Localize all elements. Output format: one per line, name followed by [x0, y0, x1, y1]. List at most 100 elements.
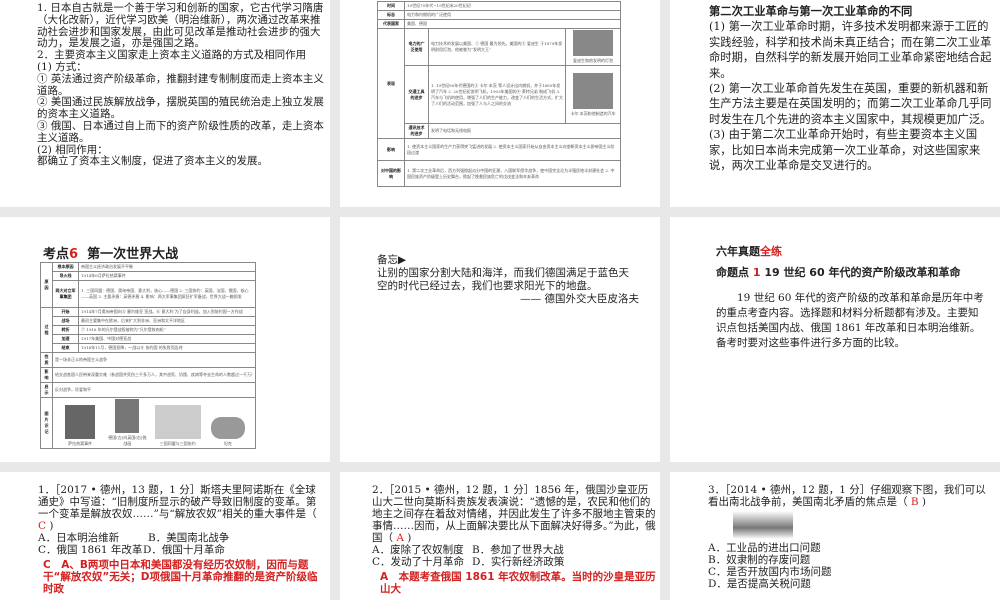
- option-a[interactable]: A．废除了农奴制度: [372, 544, 472, 556]
- option-d[interactable]: D．俄国十月革命: [143, 544, 225, 556]
- cell: 是一场非正义的帝国主义战争: [52, 352, 256, 368]
- intro-paragraph: 19 世纪 60 年代的资产阶级的改革和革命是历年中考的重点考查内容。选择题和材…: [716, 292, 984, 349]
- cell: 发明了电话和无线电报: [428, 123, 621, 139]
- slide-5[interactable]: 备忘▶ 让别的国家分割大陆和海洋，而我们德国满足于蓝色天空的时代已经过去，我们也…: [340, 217, 660, 462]
- row-header: 转折: [52, 325, 79, 335]
- row-header: 表现: [377, 28, 405, 139]
- memo-author: —— 德国外交大臣皮洛夫: [520, 293, 639, 305]
- option-a[interactable]: A．日本明治维新: [38, 532, 148, 544]
- edison-photo: [573, 30, 613, 56]
- caption: 坦克: [223, 441, 232, 446]
- group-header: 启示: [40, 382, 53, 398]
- cell: 电力和内燃机的广泛使用: [404, 10, 621, 20]
- row-header: 战场: [52, 316, 79, 326]
- topic-title: 19 世纪 60 年代的资产阶级改革和革命: [764, 266, 961, 279]
- paragraph: ② 美国通过民族解放战争，摆脱英国的殖民统治走上独立发展的资本主义道路。: [37, 96, 324, 121]
- memo-label: 备忘▶: [377, 254, 407, 266]
- slide-7[interactable]: 1．［2017 • 德州，13 题，1 分］斯塔夫里阿诺斯在《全球通史》中写道：…: [0, 472, 330, 600]
- title-prefix: 考点: [43, 247, 70, 262]
- group-header: 影响: [40, 367, 53, 383]
- answer: C: [38, 520, 47, 532]
- cell: 1. 三国同盟：德国、奥匈帝国、意大利，核心——德国 2. 三国协约：英国、法国…: [78, 280, 256, 308]
- cartoon-image: [115, 399, 140, 433]
- option-c[interactable]: C．俄国 1861 年改革: [38, 544, 143, 556]
- option-c[interactable]: C．是否开放国内市场问题: [708, 566, 994, 578]
- paragraph: 1. 日本自古就是一个善于学习和创新的国家，它古代学习隋唐（大化改新），近代学习…: [37, 2, 324, 50]
- bracket: ): [921, 496, 927, 508]
- sarajevo-photo: [65, 405, 96, 439]
- option-b[interactable]: B．美国南北战争: [148, 532, 229, 544]
- row-header: 代表国家: [377, 19, 405, 29]
- title-number: 6: [69, 247, 79, 262]
- cell: 帝国主义经济政治发展不平衡: [78, 262, 256, 272]
- row-header: 结束: [52, 343, 79, 353]
- caption: 爱迪生和他发明的灯泡: [573, 58, 613, 63]
- slide-3-text: 第二次工业革命与第一次工业革命的不同 (1) 第一次工业革命时期，许多技术发明都…: [709, 4, 994, 173]
- cell: 最初主要集中在欧洲，后来扩大到非洲、亚洲和太平洋地区: [78, 316, 256, 326]
- benz-car-photo: [573, 72, 613, 109]
- option-d[interactable]: D．是否提高关税问题: [708, 578, 994, 590]
- slide-8[interactable]: 2．［2015 • 德州，12 题，1 分］1856 年，俄国沙皇亚历山大二世向…: [340, 472, 660, 600]
- question-text: 3．［2014 • 德州，12 题，1 分］仔细观察下图，我们可以看出南北战争前…: [708, 484, 986, 508]
- row-header: 对中国的影响: [377, 160, 405, 187]
- row-header: 交通工具的进步: [404, 65, 429, 124]
- row-header: 影响: [377, 138, 405, 161]
- option-b[interactable]: B．参加了世界大战: [472, 544, 564, 556]
- cell: 1918年11月，德国投降，一战以⑧ 协约国 的失败而告终: [78, 343, 256, 353]
- cell: 1917年美国、中国对德宣战: [78, 334, 256, 344]
- question-text: 2．［2015 • 德州，12 题，1 分］1856 年，俄国沙皇亚历山大二世向…: [372, 484, 656, 544]
- row-header: 开始: [52, 307, 79, 317]
- paragraph: (1) 第一次工业革命时期，许多技术发明都来源于工匠的实践经验，科学和技术尚未真…: [709, 20, 992, 80]
- north-south-cartoon: [733, 511, 793, 539]
- caption: 卡尔·本茨和他制造的汽车: [570, 110, 616, 116]
- group-header: 性质: [40, 352, 53, 368]
- option-c[interactable]: C．发动了十月革命: [372, 556, 472, 568]
- heading-text: 六年真题: [716, 245, 760, 258]
- title-text: 第一次世界大战: [87, 247, 179, 262]
- option-d[interactable]: D．实行新经济政策: [472, 556, 564, 568]
- row-header: 两大对立军事集团: [52, 280, 79, 308]
- heading-highlight: 全练: [760, 245, 782, 258]
- wwi-table: 原因 根本原因 帝国主义经济政治发展不平衡 导火线 1914年6月萨拉热窝事件 两大对…: [40, 262, 256, 449]
- question-1: 1．［2017 • 德州，13 题，1 分］斯塔夫里阿诺斯在《全球通史》中写道：…: [38, 484, 324, 595]
- slide-title: 考点6 第一次世界大战: [43, 243, 178, 262]
- cell: 反对战争，珍爱和平: [52, 382, 256, 398]
- caption: 三国同盟与三国协约: [159, 441, 196, 446]
- paragraph: 都确立了资本主义制度，促进了资本主义的发展。: [37, 155, 268, 168]
- topic-number: 1: [752, 266, 761, 279]
- topic-prefix: 命题点: [716, 266, 749, 279]
- cell: 美国、德国: [404, 19, 621, 29]
- slide-9[interactable]: 3．［2014 • 德州，12 题，1 分］仔细观察下图，我们可以看出南北战争前…: [670, 472, 1000, 600]
- alliance-map: [154, 405, 201, 439]
- slide-2[interactable]: 时间 19世纪70年代~19世纪末20世纪初 标志 电力和内燃机的广泛使用 代表国家…: [340, 0, 660, 207]
- group-header: 图片识记: [40, 397, 53, 449]
- answer: B: [910, 496, 919, 508]
- group-header: 过程: [40, 307, 53, 353]
- cell: 1914年6月萨拉热窝事件: [78, 271, 256, 281]
- row-header: 根本原因: [52, 262, 79, 272]
- caption: 萨拉热窝事件: [68, 441, 93, 446]
- slide-4[interactable]: 考点6 第一次世界大战 原因 根本原因 帝国主义经济政治发展不平衡 导火线 1914年…: [0, 217, 330, 462]
- cell: 19世纪70年代~19世纪末20世纪初: [404, 1, 621, 11]
- row-header: 标志: [377, 10, 405, 20]
- cell: 给交战各国人民带来深重灾难（参战国共死伤三千多万人，其中战死、饥饿、疾病等夺去生…: [52, 367, 256, 383]
- cell: 1914年7月奥匈帝国向⑤ 塞尔维亚 宣战。⑥ 意大利 为了自身利益，加入到协约…: [78, 307, 256, 317]
- slide-6[interactable]: 六年真题全练 命题点 1 19 世纪 60 年代的资产阶级改革和革命 19 世纪…: [670, 217, 1000, 462]
- option-b[interactable]: B．奴隶制的存废问题: [708, 554, 994, 566]
- bracket: ): [49, 520, 54, 532]
- question-text: 1．［2017 • 德州，13 题，1 分］斯塔夫里阿诺斯在《全球通史》中写道：…: [38, 484, 317, 520]
- question-2: 2．［2015 • 德州，12 题，1 分］1856 年，俄国沙皇亚历山大二世向…: [372, 484, 658, 595]
- bracket: ): [407, 532, 412, 544]
- paragraph: (3) 由于第二次工业革命开始时，有些主要资本主义国家，比如日本尚未完成第一次工…: [709, 128, 981, 173]
- memo-quote: 让别的国家分割大陆和海洋，而我们德国满足于蓝色天空的时代已经过去，我们也要求阳光…: [377, 267, 629, 292]
- memo-block: 备忘▶ 让别的国家分割大陆和海洋，而我们德国满足于蓝色天空的时代已经过去，我们也…: [377, 254, 639, 306]
- answer: A: [396, 532, 404, 544]
- row-header: 时间: [377, 1, 405, 11]
- topic-heading: 命题点 1 19 世纪 60 年代的资产阶级改革和革命: [716, 264, 960, 280]
- section-heading: 六年真题全练: [716, 243, 782, 259]
- slide-3[interactable]: 第二次工业革命与第一次工业革命的不同 (1) 第一次工业革命时期，许多技术发明都…: [670, 0, 1000, 207]
- cell: 1. 第二次工业革命后，西方列强掀起瓜分中国的狂潮，八国联军侵华战争，使中国完全…: [404, 160, 621, 187]
- paragraph: (2) 第一次工业革命首先发生在英国，重要的新机器和新生产方法主要是在英国发明的…: [709, 82, 992, 126]
- slide-1[interactable]: 1. 日本自古就是一个善于学习和创新的国家，它古代学习隋唐（大化改新），近代学习…: [0, 0, 330, 207]
- option-a[interactable]: A．工业品的进出口问题: [708, 542, 994, 554]
